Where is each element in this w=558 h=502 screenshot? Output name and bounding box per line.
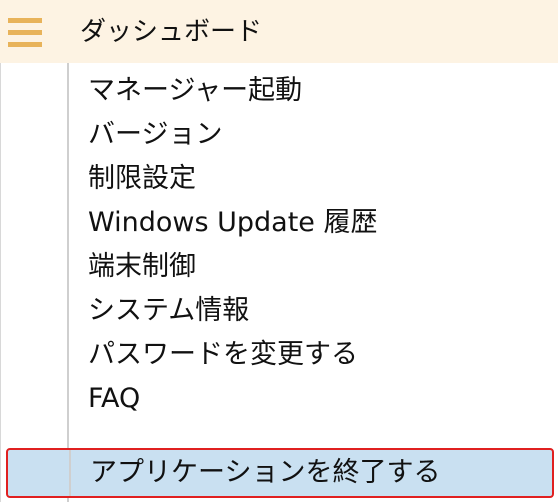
hamburger-icon[interactable]: [8, 18, 42, 52]
tree-guide-line-selected: [69, 450, 71, 496]
menu-item-launch-manager[interactable]: マネージャー起動: [70, 69, 554, 113]
menu-item-exit-application-label: アプリケーションを終了する: [90, 457, 441, 488]
menu-item-system-info[interactable]: システム情報: [70, 289, 554, 333]
dashboard-header[interactable]: ダッシュボード: [0, 0, 558, 63]
dashboard-menu-window: ダッシュボード マネージャー起動 バージョン 制限設定 Windows Upda…: [0, 0, 558, 502]
menu-item-windows-update-history[interactable]: Windows Update 履歴: [70, 201, 554, 245]
menu-item-change-password[interactable]: パスワードを変更する: [70, 333, 554, 377]
menu-item-exit-application[interactable]: アプリケーションを終了する: [6, 448, 554, 498]
dashboard-submenu: マネージャー起動 バージョン 制限設定 Windows Update 履歴 端末…: [0, 63, 558, 502]
dashboard-title[interactable]: ダッシュボード: [80, 14, 262, 50]
menu-item-version[interactable]: バージョン: [70, 113, 554, 157]
menu-item-restriction-settings[interactable]: 制限設定: [70, 157, 554, 201]
menu-left-border: [0, 63, 1, 502]
menu-item-device-control[interactable]: 端末制御: [70, 245, 554, 289]
tree-guide-line: [67, 63, 69, 502]
menu-item-faq[interactable]: FAQ: [70, 377, 554, 421]
